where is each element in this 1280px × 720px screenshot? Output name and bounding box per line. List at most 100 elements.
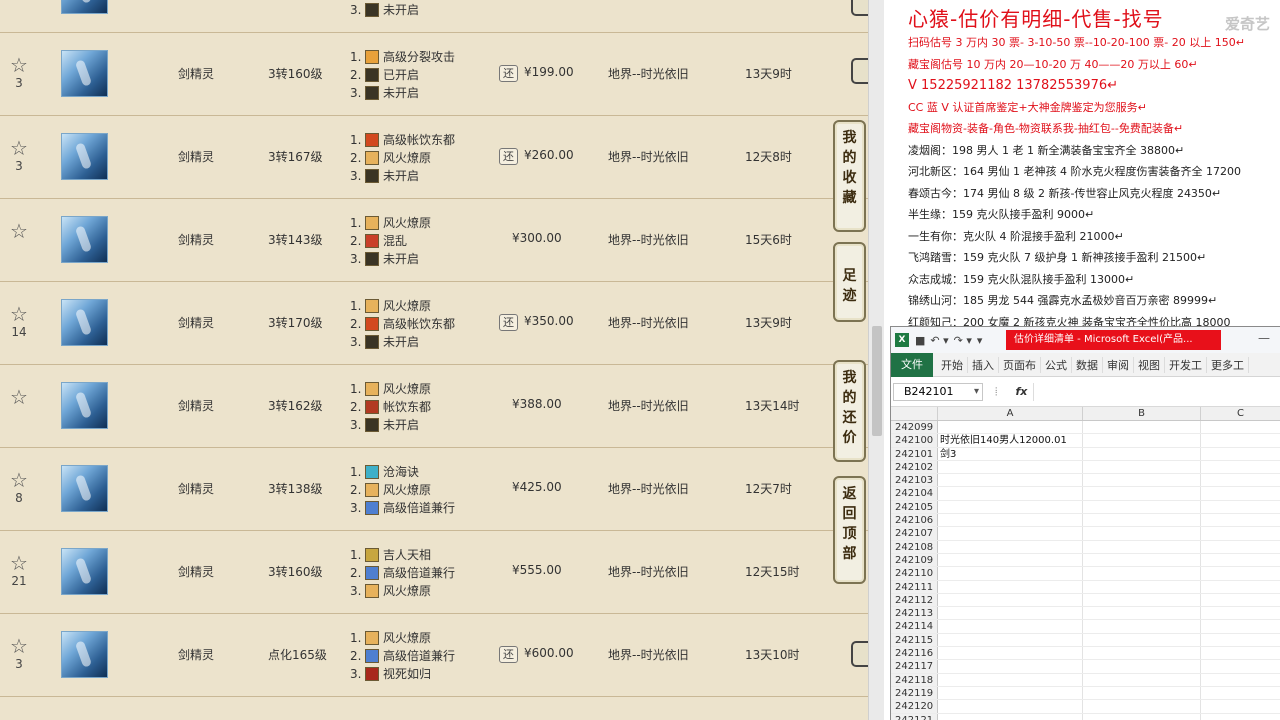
vertical-scrollbar[interactable] xyxy=(868,0,884,720)
star-outline-icon[interactable]: ☆ xyxy=(8,387,30,407)
character-avatar[interactable] xyxy=(61,382,108,429)
cell-b[interactable] xyxy=(1083,580,1201,593)
footprint-button[interactable]: 足迹 xyxy=(833,242,866,322)
cell-a[interactable] xyxy=(938,673,1083,686)
cell-c[interactable] xyxy=(1201,461,1280,473)
ribbon-tab[interactable]: 开发工 xyxy=(1165,356,1207,373)
cell-c[interactable] xyxy=(1201,700,1280,712)
insert-function-button[interactable]: fx xyxy=(1015,385,1027,398)
cell-c[interactable] xyxy=(1201,474,1280,486)
cell-a[interactable] xyxy=(938,633,1083,647)
row-header[interactable]: 242108 xyxy=(891,540,938,553)
listing-row[interactable]: ☆ 剑精灵 3转162级 1. 风火燎原 2. 帐饮东都 3. 未开启 ¥388.00 地界--时光… xyxy=(0,365,868,448)
row-header[interactable]: 242104 xyxy=(891,487,938,500)
cell-b[interactable] xyxy=(1083,593,1201,607)
cell-a[interactable] xyxy=(938,500,1083,514)
cell-c[interactable] xyxy=(1201,421,1280,433)
row-header[interactable]: 242112 xyxy=(891,593,938,607)
favorite-star[interactable]: ☆ 21 xyxy=(8,553,30,588)
cell-c[interactable] xyxy=(1201,594,1280,606)
character-avatar[interactable] xyxy=(61,0,108,14)
cell-b[interactable] xyxy=(1083,500,1201,514)
cell-a[interactable] xyxy=(938,514,1083,527)
cell-b[interactable] xyxy=(1083,434,1201,447)
cell-b[interactable] xyxy=(1083,527,1201,540)
row-header[interactable]: 242100 xyxy=(891,434,938,447)
row-header[interactable]: 242113 xyxy=(891,607,938,620)
scrollbar-thumb[interactable] xyxy=(872,326,882,436)
bargain-badge[interactable]: 还 xyxy=(499,646,518,663)
cell-a[interactable] xyxy=(938,540,1083,553)
listing-row[interactable]: ☆ 3 剑精灵 3转160级 1. 高级分裂攻击 2. 已开启 3. 未开启 还 ¥199.00 地界-… xyxy=(0,33,868,116)
cell-a[interactable] xyxy=(938,713,1083,720)
row-header[interactable]: 242101 xyxy=(891,447,938,460)
bargain-badge[interactable]: 还 xyxy=(499,314,518,331)
cell-b[interactable] xyxy=(1083,474,1201,487)
cell-a[interactable] xyxy=(938,700,1083,713)
cell-a[interactable] xyxy=(938,527,1083,540)
cell-b[interactable] xyxy=(1083,460,1201,474)
row-header[interactable]: 242121 xyxy=(891,713,938,720)
listing-row[interactable]: ☆ 3 剑精灵 点化165级 1. 风火燎原 2. 高级倍道兼行 3. 视死如归 还 ¥600.00 地… xyxy=(0,614,868,697)
ribbon-tab[interactable]: 页面布 xyxy=(999,356,1041,373)
cell-a[interactable] xyxy=(938,580,1083,593)
back-to-top-button[interactable]: 返回顶部 xyxy=(833,476,866,584)
collapsed-side-tab[interactable] xyxy=(851,641,868,667)
star-outline-icon[interactable]: ☆ xyxy=(8,636,30,656)
cell-b[interactable] xyxy=(1083,447,1201,460)
column-header[interactable]: C xyxy=(1201,407,1280,420)
favorite-star[interactable]: ☆ xyxy=(8,221,30,242)
cell-b[interactable] xyxy=(1083,514,1201,527)
cell-a[interactable] xyxy=(938,487,1083,500)
row-header[interactable]: 242109 xyxy=(891,553,938,567)
ribbon-tab[interactable]: 视图 xyxy=(1134,356,1165,373)
star-outline-icon[interactable]: ☆ xyxy=(8,138,30,158)
ribbon-tab[interactable]: 开始 xyxy=(937,356,968,373)
my-favorites-button[interactable]: 我的收藏 xyxy=(833,120,866,232)
collapsed-side-tab[interactable] xyxy=(851,0,868,16)
cell-a[interactable] xyxy=(938,421,1083,434)
undo-icon[interactable]: ↶ ▾ xyxy=(930,334,948,347)
cell-a[interactable]: 剑3 xyxy=(938,447,1083,460)
character-avatar[interactable] xyxy=(61,465,108,512)
cell-b[interactable] xyxy=(1083,686,1201,700)
cell-a[interactable] xyxy=(938,607,1083,620)
cell-c[interactable] xyxy=(1201,554,1280,566)
favorite-star[interactable]: ☆ 3 xyxy=(8,55,30,90)
listing-row[interactable]: ☆ 21 剑精灵 3转160级 1. 吉人天相 2. 高级倍道兼行 3. 风火燎原 ¥555.00 地… xyxy=(0,531,868,614)
cell-c[interactable] xyxy=(1201,434,1280,446)
cell-c[interactable] xyxy=(1201,581,1280,593)
cell-c[interactable] xyxy=(1201,514,1280,526)
tab-file[interactable]: 文件 xyxy=(891,352,933,377)
favorite-star[interactable]: ☆ 3 xyxy=(8,138,30,173)
cell-a[interactable]: 时光依旧140男人12000.01 xyxy=(938,434,1083,447)
cell-a[interactable] xyxy=(938,686,1083,700)
column-header[interactable]: A xyxy=(938,407,1083,420)
cell-b[interactable] xyxy=(1083,540,1201,553)
row-header[interactable]: 242118 xyxy=(891,673,938,686)
row-header[interactable]: 242103 xyxy=(891,474,938,487)
cell-a[interactable] xyxy=(938,553,1083,567)
minimize-button[interactable]: — xyxy=(1258,331,1270,345)
cell-b[interactable] xyxy=(1083,620,1201,633)
cell-c[interactable] xyxy=(1201,527,1280,539)
character-avatar[interactable] xyxy=(61,631,108,678)
cell-c[interactable] xyxy=(1201,674,1280,686)
row-header[interactable]: 242116 xyxy=(891,647,938,660)
star-outline-icon[interactable]: ☆ xyxy=(8,470,30,490)
cell-b[interactable] xyxy=(1083,647,1201,660)
listing-row[interactable]: ☆ 剑精灵 3转143级 1. 风火燎原 2. 混乱 3. 未开启 ¥300.00 地界--时光依旧… xyxy=(0,199,868,282)
bargain-badge[interactable]: 还 xyxy=(499,65,518,82)
cell-c[interactable] xyxy=(1201,687,1280,699)
favorite-star[interactable]: ☆ 8 xyxy=(8,470,30,505)
star-outline-icon[interactable]: ☆ xyxy=(8,221,30,241)
character-avatar[interactable] xyxy=(61,216,108,263)
row-header[interactable]: 242111 xyxy=(891,580,938,593)
cell-a[interactable] xyxy=(938,593,1083,607)
cell-b[interactable] xyxy=(1083,660,1201,673)
cell-a[interactable] xyxy=(938,474,1083,487)
excel-window[interactable]: X ■ ↶ ▾ ↷ ▾ ▾ 估价详细清单 - Microsoft Excel(产… xyxy=(890,326,1280,720)
cell-b[interactable] xyxy=(1083,713,1201,720)
cell-c[interactable] xyxy=(1201,448,1280,460)
character-avatar[interactable] xyxy=(61,50,108,97)
